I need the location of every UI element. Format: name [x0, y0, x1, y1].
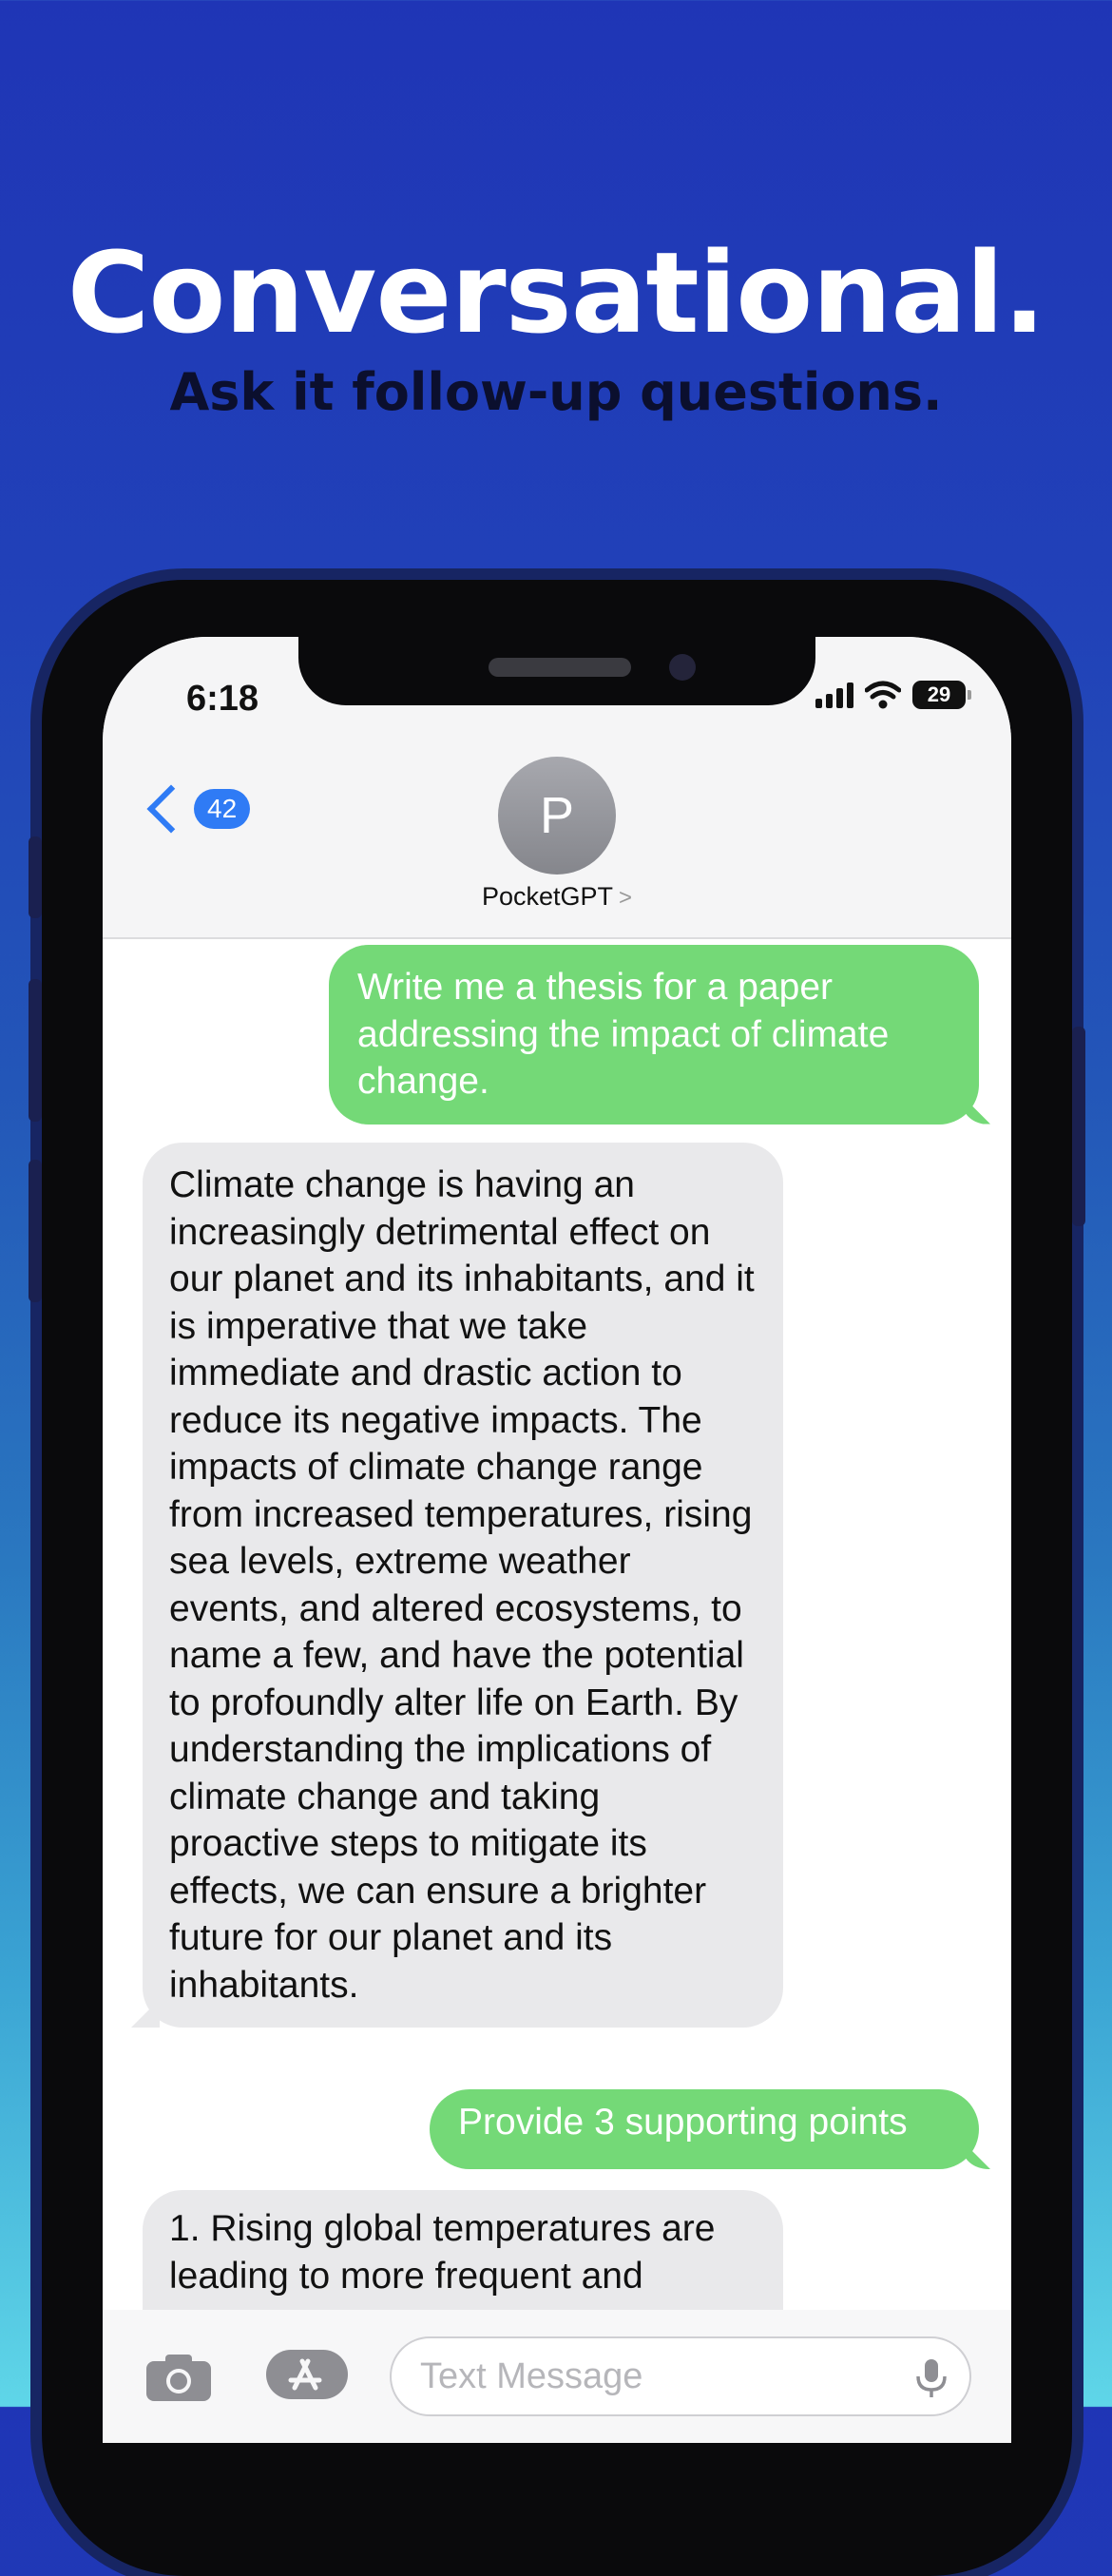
message-text: Write me a thesis for a paper addressing…: [357, 967, 890, 1102]
wifi-icon: [865, 681, 901, 709]
app-store-icon[interactable]: [264, 2348, 350, 2401]
message-text: 1. Rising global temperatures are leadin…: [169, 2208, 716, 2297]
speaker-grille: [489, 658, 631, 677]
microphone-icon[interactable]: [912, 2357, 950, 2399]
message-input[interactable]: Text Message: [390, 2336, 971, 2416]
message-input-placeholder: Text Message: [420, 2356, 643, 2396]
message-bubble-outgoing[interactable]: Provide 3 supporting points: [430, 2089, 979, 2169]
battery-icon: 29: [912, 681, 971, 709]
message-text: Provide 3 supporting points: [458, 2102, 908, 2143]
phone-screen: 6:18 29 42 P PocketGPT > Write me a thesi…: [103, 637, 1011, 2443]
promo-headline: Conversational.: [67, 227, 1046, 358]
camera-icon[interactable]: [144, 2352, 213, 2403]
phone-volume-down-button: [29, 1160, 42, 1302]
promo-subline: Ask it follow-up questions.: [169, 362, 943, 422]
phone-notch: [298, 637, 815, 705]
status-icons: 29: [815, 681, 971, 709]
contact-avatar[interactable]: P: [498, 757, 616, 875]
contact-name-button[interactable]: PocketGPT >: [103, 882, 1011, 912]
status-time: 6:18: [186, 679, 259, 719]
message-text: Climate change is having an increasingly…: [169, 1164, 755, 2006]
message-bubble-incoming[interactable]: Climate change is having an increasingly…: [143, 1143, 783, 2028]
phone-power-button: [1072, 1027, 1085, 1226]
message-input-bar: Text Message: [103, 2310, 1011, 2443]
phone-silent-switch: [29, 836, 42, 918]
chevron-right-icon: >: [619, 885, 633, 911]
phone-volume-up-button: [29, 979, 42, 1122]
message-bubble-outgoing[interactable]: Write me a thesis for a paper addressing…: [329, 945, 979, 1125]
unread-count-badge: 42: [194, 789, 251, 829]
chevron-left-icon: [146, 784, 196, 834]
front-camera: [669, 654, 696, 681]
contact-name: PocketGPT: [481, 882, 614, 911]
signal-icon: [815, 682, 853, 708]
back-button[interactable]: 42: [141, 784, 251, 834]
